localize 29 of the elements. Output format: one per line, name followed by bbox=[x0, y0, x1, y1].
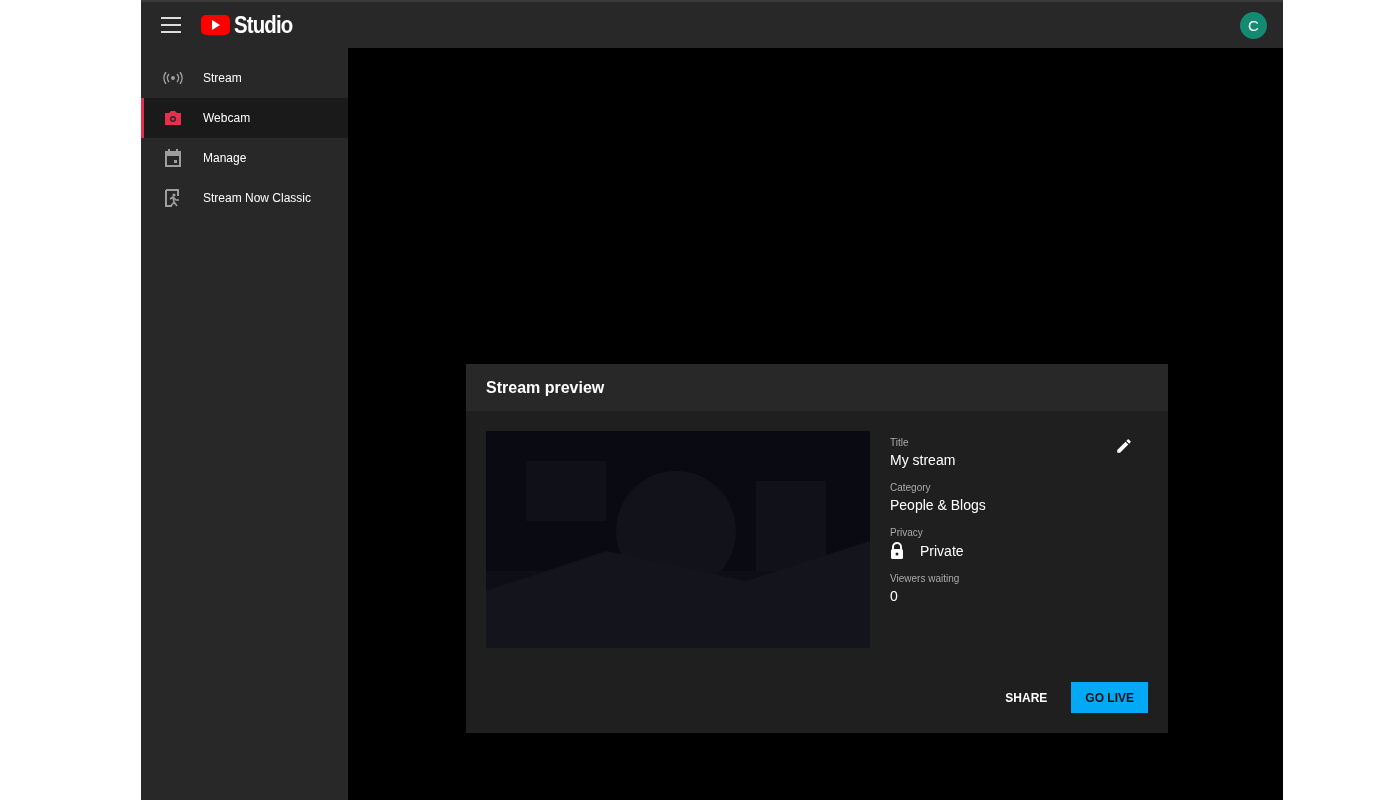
field-label: Viewers waiting bbox=[890, 573, 960, 584]
sidebar-item[interactable]: Manage bbox=[141, 138, 348, 178]
field-value: 0 bbox=[890, 588, 898, 604]
field-value: Private bbox=[920, 542, 964, 559]
sidebar-label: Stream bbox=[203, 71, 242, 85]
field-label: Privacy bbox=[890, 527, 923, 538]
pencil-icon bbox=[1115, 437, 1133, 455]
field-label: Title bbox=[890, 437, 909, 448]
camera-icon bbox=[164, 110, 182, 126]
lock-icon bbox=[890, 542, 904, 559]
field-value: My stream bbox=[890, 452, 956, 468]
sidebar-label: Stream Now Classic bbox=[203, 191, 312, 205]
sidebar-item[interactable]: Webcam bbox=[141, 98, 348, 138]
sidebar-label: Webcam bbox=[203, 111, 251, 125]
broadcast-icon bbox=[163, 72, 183, 84]
avatar-button[interactable]: C bbox=[1240, 11, 1267, 39]
sidebar-item[interactable]: Stream Now Classic bbox=[141, 178, 348, 218]
logo-text: Studio bbox=[234, 11, 293, 39]
sidebar-item[interactable]: Stream bbox=[141, 58, 348, 98]
play-logo-icon bbox=[201, 15, 230, 35]
go-live-button[interactable]: GO LIVE bbox=[1071, 682, 1148, 713]
dialog-title: Stream preview bbox=[466, 364, 1168, 411]
field-value: People & Blogs bbox=[890, 497, 986, 513]
menu-button[interactable] bbox=[161, 17, 181, 33]
exit-door-icon bbox=[165, 189, 181, 207]
calendar-icon bbox=[165, 149, 181, 167]
share-button[interactable]: SHARE bbox=[1001, 682, 1052, 713]
sidebar-label: Manage bbox=[203, 151, 247, 165]
field-label: Category bbox=[890, 482, 931, 493]
